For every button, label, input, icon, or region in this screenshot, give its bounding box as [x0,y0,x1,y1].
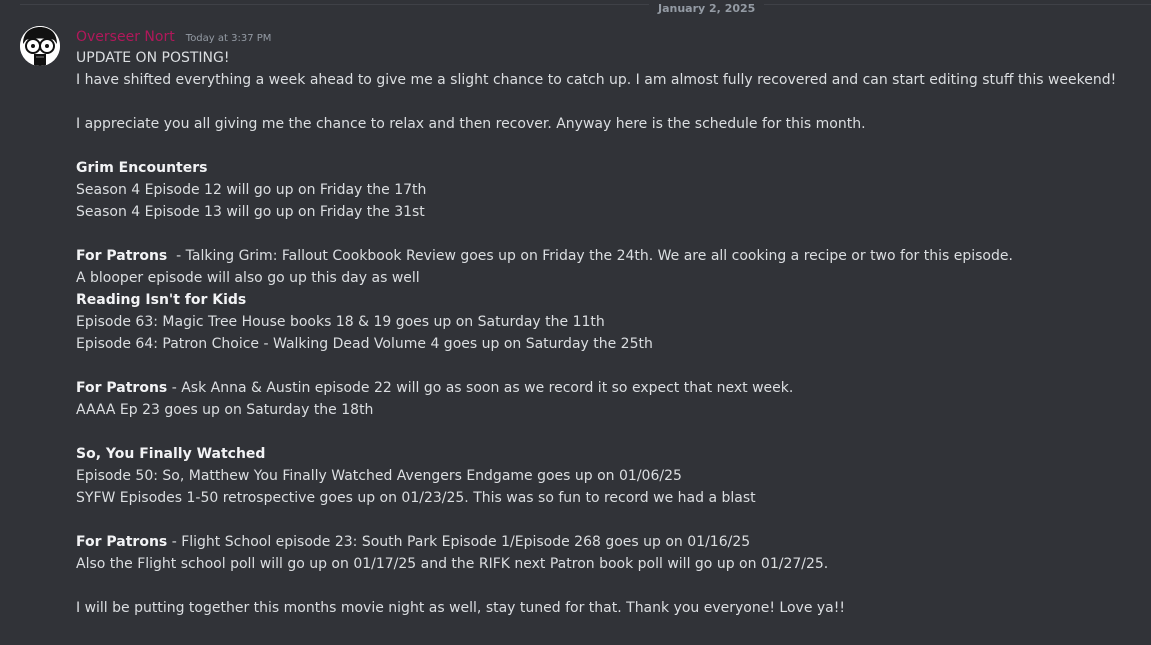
message-line: Season 4 Episode 13 will go up on Friday… [76,201,1136,223]
line-text: - Ask Anna & Austin episode 22 will go a… [167,380,794,396]
message-line: Reading Isn't for Kids [76,289,1136,311]
line-text: Also the Flight school poll will go up o… [76,556,829,572]
message-line: For Patrons - Talking Grim: Fallout Cook… [76,245,1136,267]
line-text: I will be putting together this months m… [76,600,845,616]
line-text: Season 4 Episode 12 will go up on Friday… [76,182,427,198]
line-text: I appreciate you all giving me the chanc… [76,116,866,132]
message-line: UPDATE ON POSTING! [76,47,1136,69]
line-text: UPDATE ON POSTING! [76,50,230,66]
line-text: Season 4 Episode 13 will go up on Friday… [76,204,425,220]
message-line: Grim Encounters [76,157,1136,179]
bold-heading: For Patrons [76,534,168,550]
message-line: SYFW Episodes 1-50 retrospective goes up… [76,487,1136,509]
message-line: Episode 63: Magic Tree House books 18 & … [76,311,1136,333]
bold-heading: Reading Isn't for Kids [76,292,247,308]
line-text: A blooper episode will also go up this d… [76,270,420,286]
message-line: Episode 64: Patron Choice - Walking Dead… [76,333,1136,355]
line-text: - Flight School episode 23: South Park E… [167,534,751,550]
message-line: For Patrons - Flight School episode 23: … [76,531,1136,553]
bold-heading: So, You Finally Watched [76,446,266,462]
date-divider-label: January 2, 2025 [649,3,765,15]
line-text: SYFW Episodes 1-50 retrospective goes up… [76,490,756,506]
message-line: So, You Finally Watched [76,443,1136,465]
message-line: A blooper episode will also go up this d… [76,267,1136,289]
message-timestamp[interactable]: Today at 3:37 PM [186,33,272,44]
line-text: Episode 50: So, Matthew You Finally Watc… [76,468,682,484]
chat-message[interactable]: Overseer Nort Today at 3:37 PM UPDATE ON… [0,16,1151,645]
message-line: I appreciate you all giving me the chanc… [76,113,1136,135]
date-divider: January 2, 2025 [20,3,1151,15]
line-text: Episode 64: Patron Choice - Walking Dead… [76,336,653,352]
message-line: I will be putting together this months m… [76,597,1136,619]
line-text: AAAA Ep 23 goes up on Saturday the 18th [76,402,374,418]
cartoon-face-icon [20,26,60,66]
message-line: Season 4 Episode 12 will go up on Friday… [76,179,1136,201]
message-line: AAAA Ep 23 goes up on Saturday the 18th [76,399,1136,421]
message-line: Also the Flight school poll will go up o… [76,553,1136,575]
message-content: UPDATE ON POSTING! I have shifted everyth… [76,47,1136,619]
message-header: Overseer Nort Today at 3:37 PM [76,26,272,45]
line-text: I have shifted everything a week ahead t… [76,72,1117,88]
username[interactable]: Overseer Nort [76,29,175,45]
bold-heading: For Patrons [76,248,168,264]
user-avatar[interactable] [20,26,60,66]
message-line: For Patrons - Ask Anna & Austin episode … [76,377,1136,399]
bold-heading: Grim Encounters [76,160,208,176]
bold-heading: For Patrons [76,380,168,396]
message-line: Episode 50: So, Matthew You Finally Watc… [76,465,1136,487]
line-text: Episode 63: Magic Tree House books 18 & … [76,314,605,330]
message-line: I have shifted everything a week ahead t… [76,69,1136,91]
line-text: - Talking Grim: Fallout Cookbook Review … [167,248,1013,264]
